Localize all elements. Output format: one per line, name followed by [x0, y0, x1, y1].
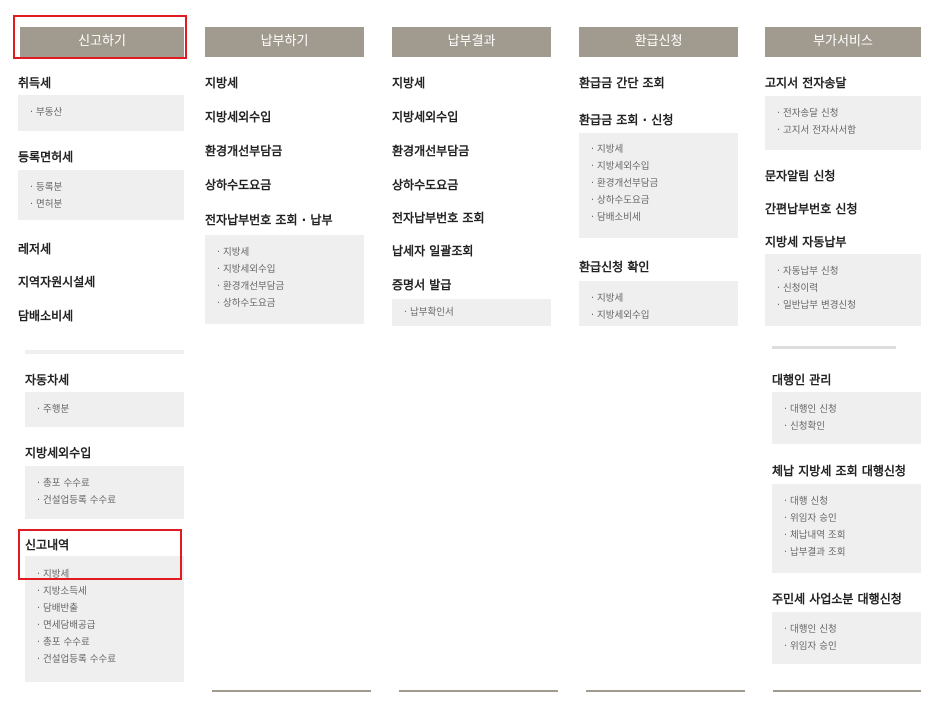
submenu-item[interactable]: · 상하수도요금	[591, 192, 726, 209]
menu-column-refund: 환급신청	[579, 27, 738, 57]
submenu-item[interactable]: · 지방세	[591, 290, 726, 307]
menu-section-local-tax[interactable]: 지방세	[205, 74, 238, 92]
submenu-item[interactable]: · 면세담배공급	[37, 617, 172, 634]
menu-section-refund-quick[interactable]: 환급금 간단 조회	[579, 74, 665, 92]
submenu-item[interactable]: · 건설업등록 수수료	[37, 651, 172, 668]
submenu-item[interactable]: · 지방세	[217, 244, 352, 261]
submenu-auto-pay: · 자동납부 신청 · 신청이력 · 일반납부 변경신청	[765, 254, 921, 326]
submenu-e-delivery: · 전자송달 신청 · 고지서 전자사서함	[765, 96, 921, 150]
submenu-refund-check: · 지방세 · 지방세외수입	[579, 281, 738, 326]
menu-section-water-charge[interactable]: 상하수도요금	[205, 176, 271, 194]
submenu-item[interactable]: · 대행인 신청	[784, 401, 909, 418]
menu-section-non-tax-revenue[interactable]: 지방세외수입	[392, 108, 458, 126]
submenu-epay-number: · 지방세 · 지방세외수입 · 환경개선부담금 · 상하수도요금	[205, 235, 364, 324]
submenu-non-tax-revenue: · 총포 수수료 · 건설업등록 수수료	[25, 466, 184, 519]
menu-section-taxpayer-bulk[interactable]: 납세자 일괄조회	[392, 242, 473, 260]
bottom-bar	[773, 690, 921, 692]
menu-section-refund-check[interactable]: 환급신청 확인	[579, 258, 649, 276]
submenu-item[interactable]: · 전자송달 신청	[777, 105, 909, 122]
submenu-item[interactable]: · 체납내역 조회	[784, 527, 909, 544]
submenu-agent-management: · 대행인 신청 · 신청확인	[772, 392, 921, 444]
submenu-item[interactable]: · 신청확인	[784, 418, 909, 435]
submenu-item[interactable]: · 건설업등록 수수료	[37, 492, 172, 509]
submenu-registration-tax: · 등록분 · 면허분	[18, 170, 184, 220]
menu-section-sms-alert[interactable]: 문자알림 신청	[765, 167, 835, 185]
submenu-item[interactable]: · 담배소비세	[591, 209, 726, 226]
submenu-item[interactable]: · 위임자 승인	[784, 510, 909, 527]
menu-section-agent-management[interactable]: 대행인 관리	[772, 371, 831, 389]
tab-payment-result[interactable]: 납부결과	[392, 27, 551, 57]
submenu-item[interactable]: · 지방소득세	[37, 583, 172, 600]
menu-section-regional-resource-tax[interactable]: 지역자원시설세	[18, 273, 95, 291]
submenu-item[interactable]: · 지방세외수입	[591, 307, 726, 324]
menu-section-tobacco-tax[interactable]: 담배소비세	[18, 307, 73, 325]
submenu-item[interactable]: · 부동산	[30, 104, 172, 121]
tab-refund[interactable]: 환급신청	[579, 27, 738, 57]
menu-section-environment-charge[interactable]: 환경개선부담금	[392, 142, 469, 160]
menu-section-vehicle-tax[interactable]: 자동차세	[25, 371, 69, 389]
submenu-refund-inquiry: · 지방세 · 지방세외수입 · 환경개선부담금 · 상하수도요금 · 담배소비…	[579, 133, 738, 238]
submenu-item[interactable]: · 환경개선부담금	[217, 278, 352, 295]
bottom-bar	[212, 690, 371, 692]
submenu-item[interactable]: · 지방세외수입	[217, 261, 352, 278]
submenu-item[interactable]: · 대행 신청	[784, 493, 909, 510]
submenu-resident-tax-agent: · 대행인 신청 · 위임자 승인	[772, 612, 921, 664]
tab-extra-services[interactable]: 부가서비스	[765, 27, 921, 57]
submenu-item[interactable]: · 신청이력	[777, 280, 909, 297]
submenu-item[interactable]: · 등록분	[30, 179, 172, 196]
submenu-item[interactable]: · 자동납부 신청	[777, 263, 909, 280]
menu-section-refund-inquiry[interactable]: 환급금 조회 · 신청	[579, 111, 673, 129]
submenu-item[interactable]: · 납부확인서	[404, 304, 539, 321]
submenu-certificate: · 납부확인서	[392, 299, 551, 326]
submenu-item[interactable]: · 상하수도요금	[217, 295, 352, 312]
submenu-item[interactable]: · 대행인 신청	[784, 621, 909, 638]
menu-section-certificate[interactable]: 증명서 발급	[392, 276, 451, 294]
tab-payment[interactable]: 납부하기	[205, 27, 364, 57]
divider-strip	[25, 350, 184, 354]
menu-section-acquisition-tax[interactable]: 취득세	[18, 74, 51, 92]
bottom-bar	[399, 690, 558, 692]
menu-section-non-tax-revenue[interactable]: 지방세외수입	[25, 444, 91, 462]
submenu-item[interactable]: · 지방세외수입	[591, 158, 726, 175]
submenu-item[interactable]: · 환경개선부담금	[591, 175, 726, 192]
submenu-item[interactable]: · 주행분	[37, 401, 172, 418]
submenu-acquisition-tax: · 부동산	[18, 95, 184, 131]
menu-section-non-tax-revenue[interactable]: 지방세외수입	[205, 108, 271, 126]
submenu-delinquent-agent: · 대행 신청 · 위임자 승인 · 체납내역 조회 · 납부결과 조회	[772, 484, 921, 573]
menu-section-resident-tax-agent[interactable]: 주민세 사업소분 대행신청	[772, 590, 902, 608]
menu-section-simple-pay-number[interactable]: 간편납부번호 신청	[765, 200, 858, 218]
highlight-box-report-tab	[13, 15, 187, 59]
menu-column-extra-services: 부가서비스	[765, 27, 921, 57]
menu-column-payment: 납부하기	[205, 27, 364, 57]
submenu-item[interactable]: · 지방세	[591, 141, 726, 158]
submenu-item[interactable]: · 일반납부 변경신청	[777, 297, 909, 314]
submenu-item[interactable]: · 위임자 승인	[784, 638, 909, 655]
submenu-item[interactable]: · 담배반출	[37, 600, 172, 617]
menu-section-leisure-tax[interactable]: 레저세	[18, 240, 51, 258]
highlight-box-report-history	[18, 529, 182, 580]
submenu-vehicle-tax: · 주행분	[25, 392, 184, 427]
menu-section-water-charge[interactable]: 상하수도요금	[392, 176, 458, 194]
menu-section-epay-number[interactable]: 전자납부번호 조회 · 납부	[205, 211, 333, 229]
bottom-bar	[586, 690, 745, 692]
submenu-item[interactable]: · 면허분	[30, 196, 172, 213]
menu-section-epay-number[interactable]: 전자납부번호 조회	[392, 209, 485, 227]
menu-section-registration-tax[interactable]: 등록면허세	[18, 148, 73, 166]
menu-section-delinquent-agent[interactable]: 체납 지방세 조회 대행신청	[772, 462, 906, 480]
menu-section-environment-charge[interactable]: 환경개선부담금	[205, 142, 282, 160]
submenu-item[interactable]: · 고지서 전자사서함	[777, 122, 909, 139]
submenu-item[interactable]: · 총포 수수료	[37, 634, 172, 651]
divider-strip	[772, 346, 896, 349]
menu-section-e-delivery[interactable]: 고지서 전자송달	[765, 74, 846, 92]
menu-section-auto-pay[interactable]: 지방세 자동납부	[765, 233, 846, 251]
submenu-item[interactable]: · 납부결과 조회	[784, 544, 909, 561]
menu-section-local-tax[interactable]: 지방세	[392, 74, 425, 92]
menu-column-payment-result: 납부결과	[392, 27, 551, 57]
submenu-item[interactable]: · 총포 수수료	[37, 475, 172, 492]
